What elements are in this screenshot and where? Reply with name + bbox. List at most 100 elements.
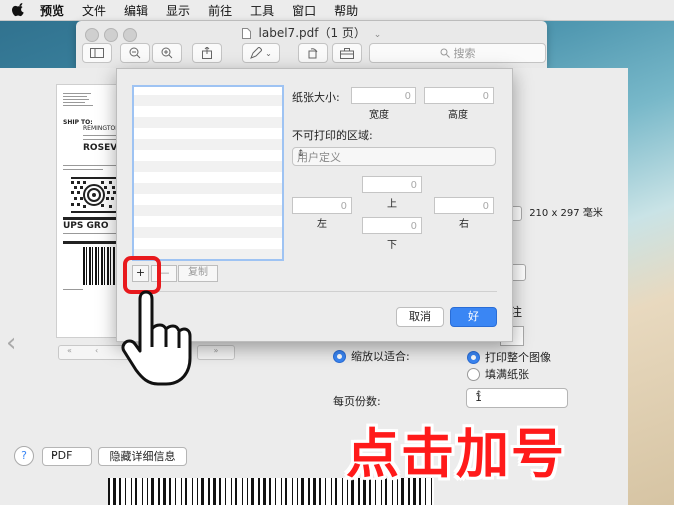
ship-to-name: REMINGTON (83, 125, 120, 132)
list-row-stripe (134, 227, 282, 238)
barcode-bar (213, 478, 216, 505)
paper-size-label: 纸张大小: (292, 91, 340, 104)
fill-paper-radio[interactable] (467, 367, 480, 381)
title-chevron-icon[interactable]: ⌄ (374, 30, 382, 40)
toolbox-icon (340, 47, 354, 59)
barcode-bar (325, 478, 326, 505)
toolbox-button[interactable] (332, 43, 362, 63)
search-field[interactable]: 搜索 (369, 43, 546, 63)
list-row-stripe (134, 139, 282, 150)
rotate-button[interactable] (298, 43, 328, 63)
apple-logo-icon[interactable] (12, 3, 26, 17)
barcode-bar (281, 478, 282, 505)
hide-details-button[interactable]: 隐藏详细信息 (98, 447, 187, 466)
print-entire-image-radio[interactable] (467, 350, 480, 364)
preview-window: label7.pdf（1 页） ⌄ ⌄ 搜索 (76, 21, 547, 68)
markup-button[interactable]: ⌄ (242, 43, 280, 63)
barcode-bar (163, 478, 166, 505)
bottom-margin-label: 下 (387, 240, 397, 251)
barcode-bar (235, 478, 237, 505)
share-icon (202, 47, 212, 59)
zoom-out-button[interactable] (120, 43, 150, 63)
prev-page-icon[interactable]: ‹ (95, 346, 98, 355)
scale-to-fit-label: 缩放以适合: (351, 350, 410, 363)
scale-to-fit-radio[interactable] (333, 349, 346, 363)
margins-chevron-icon: ↕ (297, 149, 305, 159)
last-page-icon[interactable]: » (214, 346, 219, 355)
first-page-icon[interactable]: « (67, 346, 72, 355)
barcode-bar (301, 478, 304, 505)
paper-size-text: 210 x 297 毫米 (529, 208, 603, 219)
pdf-menu-button[interactable]: PDF ⌄ (42, 447, 92, 466)
margins-select[interactable]: 用户定义 ↕ (292, 147, 496, 166)
top-margin-field[interactable]: 0 (362, 176, 422, 193)
barcode-bar (113, 478, 116, 505)
markup-chevron-icon: ⌄ (265, 48, 272, 58)
right-margin-field[interactable]: 0 (434, 197, 494, 214)
scale-to-fit-option[interactable]: 缩放以适合: (333, 348, 410, 364)
zoom-in-button[interactable] (152, 43, 182, 63)
barcode-bar (131, 478, 132, 505)
height-label: 高度 (448, 110, 468, 121)
barcode-bar (147, 478, 148, 505)
share-button[interactable] (192, 43, 222, 63)
list-row-stripe (134, 183, 282, 194)
menu-window[interactable]: 窗口 (292, 2, 316, 19)
barcode-bar (231, 478, 232, 505)
non-printable-area-label: 不可打印的区域: (292, 129, 373, 142)
fill-paper-option[interactable]: 填满纸张 (467, 366, 529, 382)
menu-help[interactable]: 帮助 (334, 2, 358, 19)
window-title-text: label7.pdf（1 页） (258, 26, 366, 40)
right-margin-label: 右 (459, 219, 469, 230)
fill-paper-label: 填满纸张 (485, 368, 529, 381)
barcode-bar (125, 478, 126, 505)
page-navigation-end-controls[interactable]: » (197, 345, 235, 360)
menu-tools[interactable]: 工具 (250, 2, 274, 19)
cancel-button[interactable]: 取消 (396, 307, 444, 327)
ship-to-city: ROSEVI (83, 143, 121, 153)
search-icon (440, 48, 450, 58)
menu-app-name[interactable]: 预览 (40, 2, 64, 19)
barcode-bar (119, 478, 121, 505)
custom-size-list[interactable] (132, 85, 284, 261)
barcode-bar (308, 478, 310, 505)
menu-go[interactable]: 前往 (208, 2, 232, 19)
barcode-bar (175, 478, 176, 505)
top-margin-label: 上 (387, 199, 397, 210)
barcode-bar (292, 478, 293, 505)
ok-button[interactable]: 好 (450, 307, 497, 327)
sidebar-toggle-button[interactable] (82, 43, 112, 63)
select-chevron-icon: ↕ (475, 390, 483, 400)
print-entire-image-option[interactable]: 打印整个图像 (467, 349, 551, 365)
menu-view[interactable]: 显示 (166, 2, 190, 19)
bottom-margin-field[interactable]: 0 (362, 217, 422, 234)
maxicode-icon (71, 177, 117, 213)
pointing-hand-icon (121, 290, 192, 386)
duplicate-size-button[interactable]: 复制 (178, 265, 218, 282)
barcode-bar (151, 478, 154, 505)
search-placeholder: 搜索 (453, 47, 476, 60)
width-label: 宽度 (369, 110, 389, 121)
barcode-bar (285, 478, 287, 505)
menu-file[interactable]: 文件 (82, 2, 106, 19)
width-field[interactable]: 0 (351, 87, 416, 104)
list-row-stripe (134, 205, 282, 216)
list-row-stripe (134, 117, 282, 128)
menu-bar: 预览 文件 编辑 显示 前往 工具 窗口 帮助 (0, 0, 674, 21)
previous-page-arrow-icon[interactable]: ‹ (6, 328, 16, 358)
help-button[interactable]: ? (14, 446, 34, 466)
barcode-bar (208, 478, 210, 505)
barcode-bar (319, 478, 321, 505)
tutorial-caption: 点击加号 (346, 424, 566, 485)
left-margin-field[interactable]: 0 (292, 197, 352, 214)
document-icon (241, 28, 251, 39)
pages-per-sheet-select[interactable]: 1 ↕ (466, 388, 568, 408)
menu-edit[interactable]: 编辑 (124, 2, 148, 19)
height-field[interactable]: 0 (424, 87, 494, 104)
barcode-bar (181, 478, 182, 505)
barcode-bar (169, 478, 171, 505)
barcode-bar (335, 478, 337, 505)
list-row-stripe (134, 161, 282, 172)
barcode-bar (219, 478, 221, 505)
barcode-bar (135, 478, 137, 505)
